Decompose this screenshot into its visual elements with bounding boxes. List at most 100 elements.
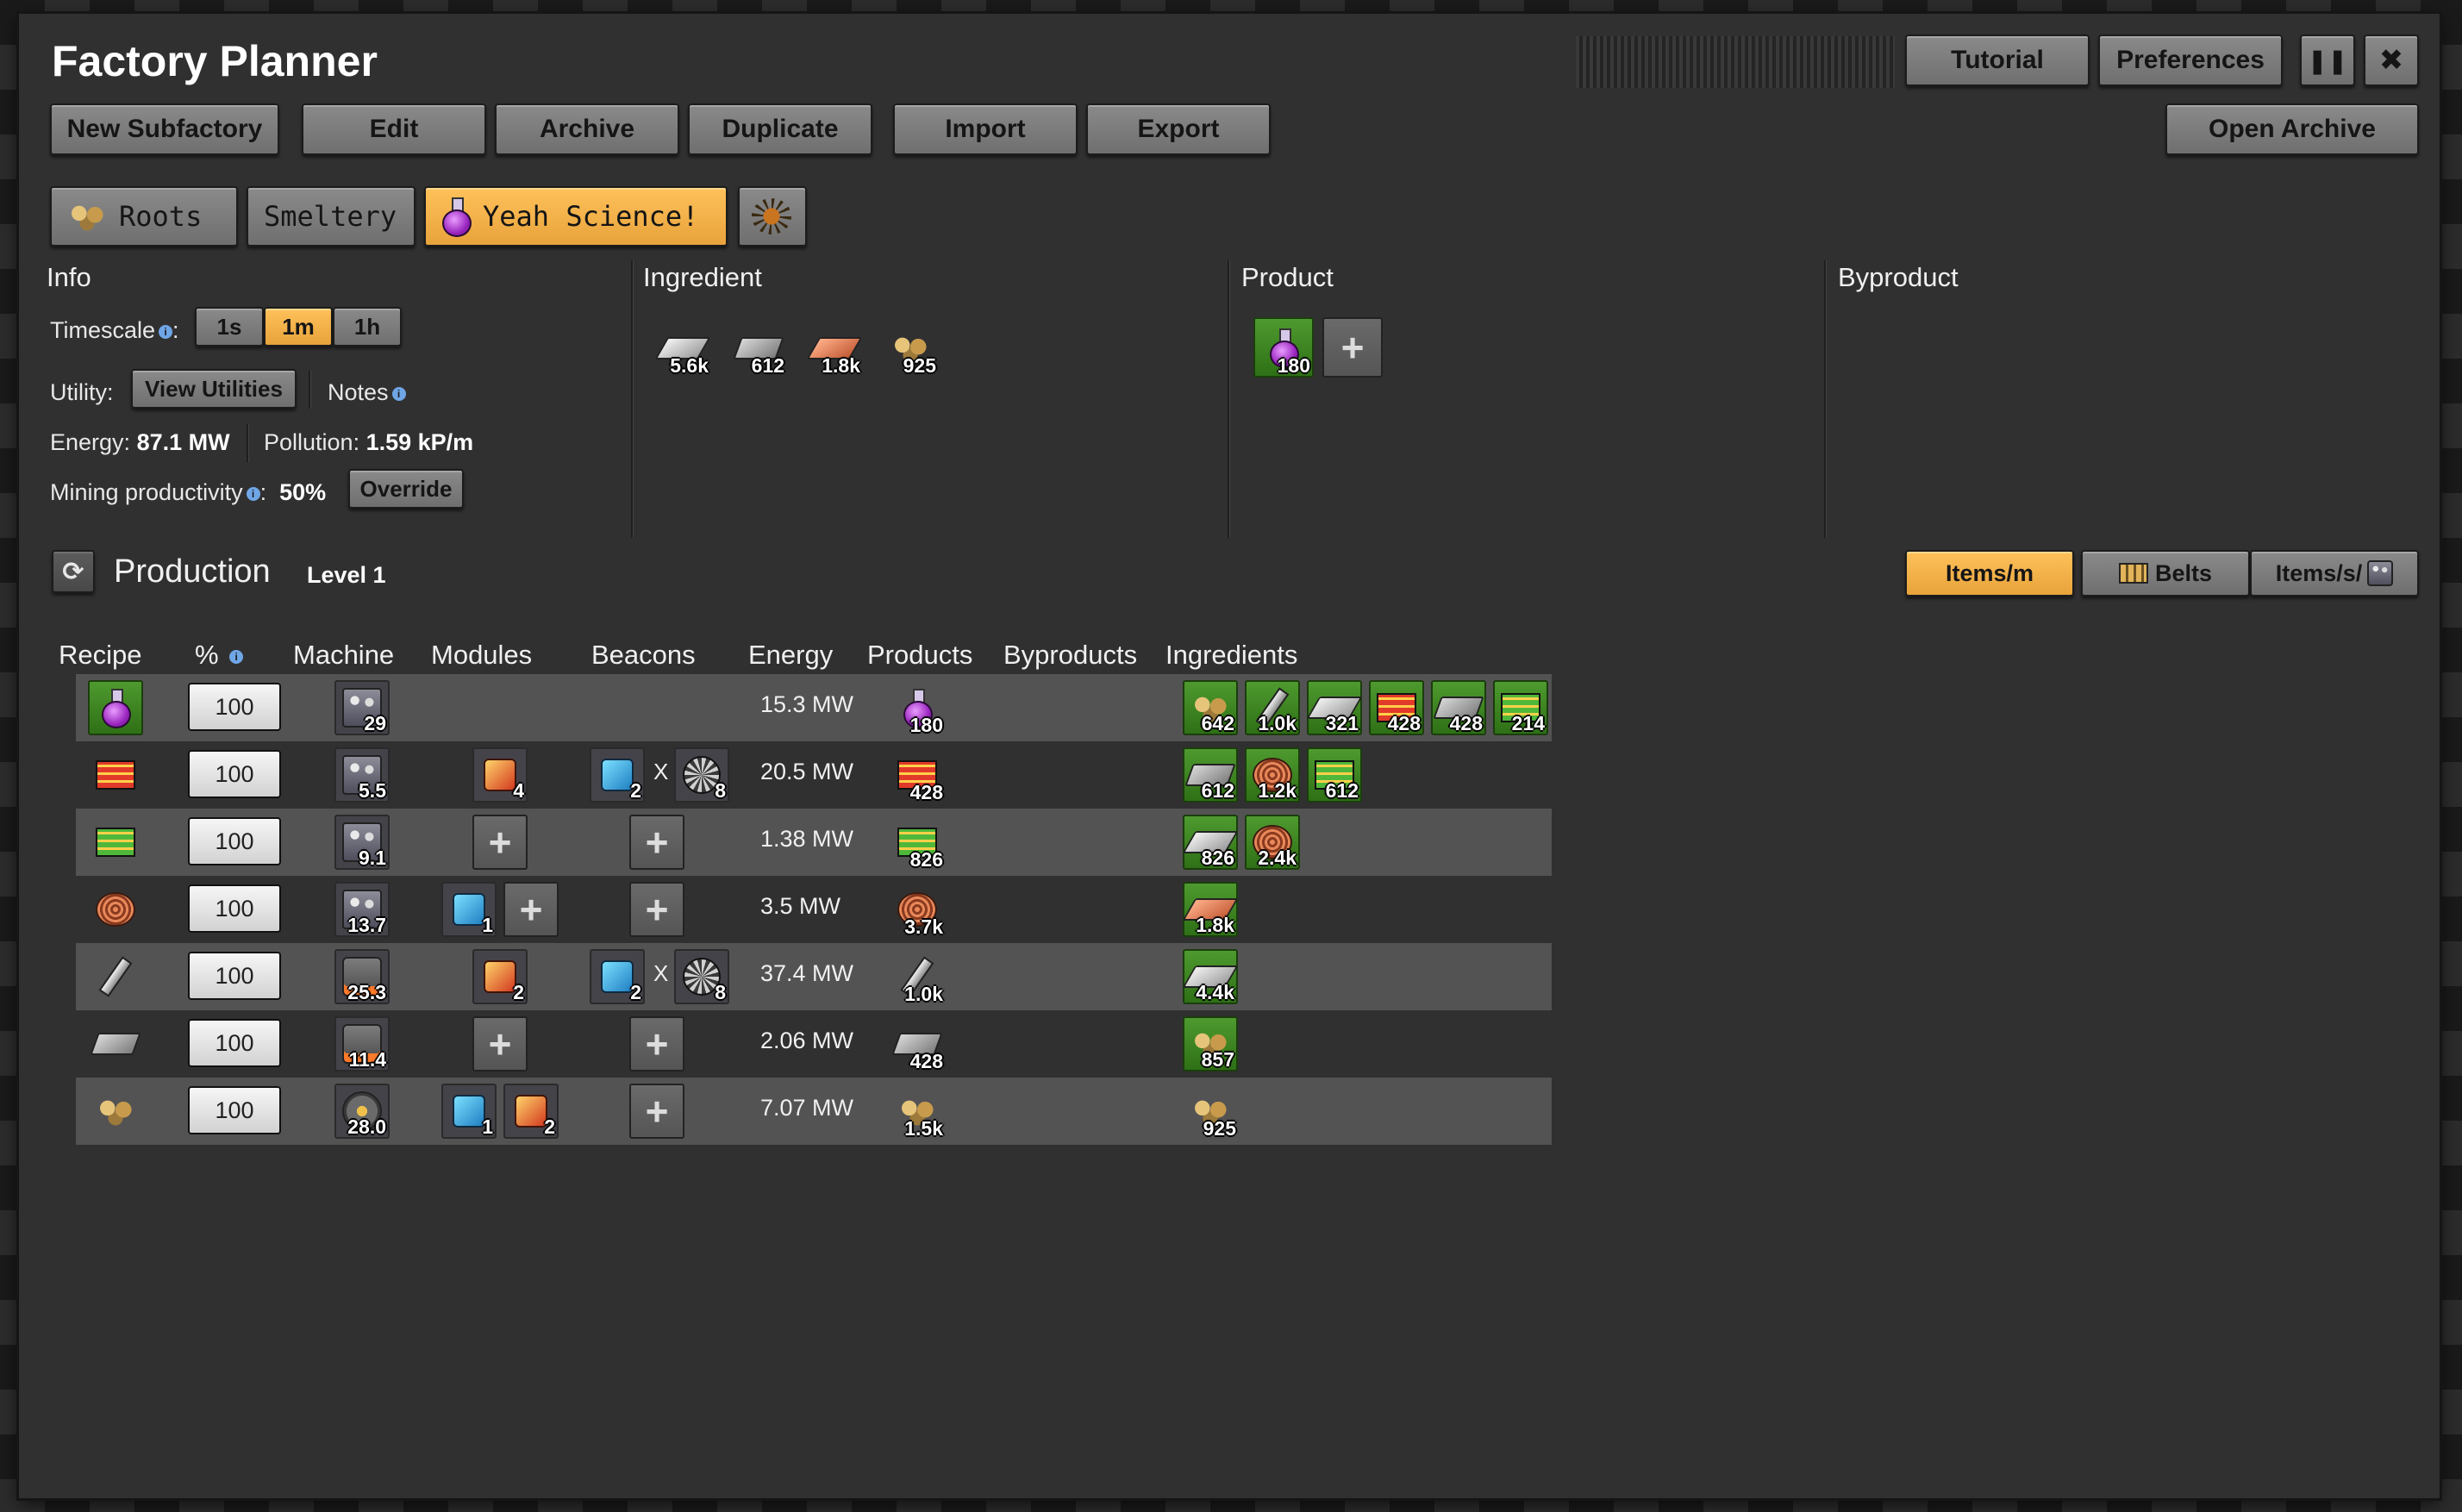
product-item[interactable]: 1.5k xyxy=(890,1084,945,1140)
item-amount: 1.8k xyxy=(822,354,860,377)
ingredient-item[interactable]: 1.8k xyxy=(1182,882,1239,937)
product-item[interactable]: 428 xyxy=(890,747,945,803)
subfactory-tab-yeah-science[interactable]: Yeah Science! xyxy=(424,186,728,247)
product-item[interactable]: 826 xyxy=(890,815,945,871)
machine-button[interactable]: 11.4 xyxy=(334,1016,390,1072)
recipe-button[interactable] xyxy=(88,680,143,735)
pause-button[interactable]: ❚❚ xyxy=(2300,34,2355,86)
machine-button[interactable]: 29 xyxy=(334,680,390,735)
machine-button[interactable]: 25.3 xyxy=(334,949,390,1004)
ingredient-item[interactable]: 1.2k xyxy=(1245,747,1300,803)
add-module-button[interactable]: + xyxy=(503,882,559,937)
subfactory-tab-roots[interactable]: Roots xyxy=(50,186,238,247)
subfactory-tab-smeltery[interactable]: Smeltery xyxy=(247,186,416,247)
view-belts-button[interactable]: Belts xyxy=(2081,550,2250,597)
percent-input[interactable]: 100 xyxy=(188,1086,281,1134)
recipe-button[interactable] xyxy=(88,815,143,870)
edit-button[interactable]: Edit xyxy=(302,103,486,155)
add-beacon-button[interactable]: + xyxy=(629,815,684,870)
item-amount: 5.6k xyxy=(670,354,709,377)
module-button[interactable]: 4 xyxy=(472,747,528,803)
subfactory-tab-spidertron[interactable] xyxy=(738,186,807,247)
view-utilities-button[interactable]: View Utilities xyxy=(131,369,297,409)
ingredient-item[interactable]: 428 xyxy=(1369,680,1424,735)
beacon-module-button[interactable]: 2 xyxy=(590,949,645,1004)
archive-button[interactable]: Archive xyxy=(495,103,679,155)
percent-input[interactable]: 100 xyxy=(188,683,281,731)
machine-button[interactable]: 13.7 xyxy=(334,882,390,937)
recipe-button[interactable] xyxy=(88,882,143,937)
percent-input[interactable]: 100 xyxy=(188,1019,281,1067)
ingredient-item[interactable]: 428 xyxy=(1431,680,1486,735)
machine-button[interactable]: 28.0 xyxy=(334,1084,390,1139)
ingredient-item[interactable]: 1.8k xyxy=(806,321,863,377)
timescale-1s-button[interactable]: 1s xyxy=(195,307,264,347)
add-beacon-button[interactable]: + xyxy=(629,1016,684,1072)
override-button[interactable]: Override xyxy=(348,469,464,509)
energy-value: 1.38 MW xyxy=(760,826,854,852)
machine-button[interactable]: 9.1 xyxy=(334,815,390,870)
ingredient-item[interactable]: 925 xyxy=(1183,1084,1238,1140)
ingredient-item[interactable]: 214 xyxy=(1493,680,1548,735)
ingredient-item[interactable]: 612 xyxy=(731,321,786,377)
module-button[interactable]: 1 xyxy=(441,882,497,937)
product-item[interactable]: 428 xyxy=(890,1016,945,1072)
timescale-1h-button[interactable]: 1h xyxy=(333,307,402,347)
product-item[interactable]: 180 xyxy=(890,680,945,736)
recipe-button[interactable] xyxy=(88,1084,143,1139)
percent-input[interactable]: 100 xyxy=(188,817,281,865)
add-beacon-button[interactable]: + xyxy=(629,1084,684,1139)
ingredient-item[interactable]: 612 xyxy=(1307,747,1362,803)
percent-input[interactable]: 100 xyxy=(188,884,281,933)
ingredient-item[interactable]: 1.0k xyxy=(1245,680,1300,735)
export-button[interactable]: Export xyxy=(1086,103,1271,155)
open-archive-button[interactable]: Open Archive xyxy=(2165,103,2419,155)
ingredient-item[interactable]: 5.6k xyxy=(654,321,711,377)
add-module-button[interactable]: + xyxy=(472,1016,528,1072)
preferences-button[interactable]: Preferences xyxy=(2098,34,2283,86)
percent-input[interactable]: 100 xyxy=(188,952,281,1000)
recipe-button[interactable] xyxy=(88,747,143,803)
add-product-button[interactable]: + xyxy=(1322,317,1383,378)
drag-handle[interactable] xyxy=(1576,36,1895,88)
product-item[interactable]: 180 xyxy=(1253,317,1314,378)
science-flask-icon xyxy=(101,689,131,728)
tutorial-button[interactable]: Tutorial xyxy=(1905,34,2090,86)
module-button[interactable]: 1 xyxy=(441,1084,497,1139)
duplicate-button[interactable]: Duplicate xyxy=(688,103,872,155)
close-button[interactable]: ✖ xyxy=(2364,34,2419,86)
beacon-module-button[interactable]: 2 xyxy=(590,747,645,803)
column-header-recipe: Recipe xyxy=(59,640,142,670)
ingredient-item[interactable]: 826 xyxy=(1182,815,1239,870)
recipe-button[interactable] xyxy=(88,1016,143,1072)
table-row: 100 11.4 + + 2.06 MW 428 857 xyxy=(76,1010,1552,1078)
add-module-button[interactable]: + xyxy=(472,815,528,870)
ingredient-item[interactable]: 925 xyxy=(883,321,938,377)
new-subfactory-button[interactable]: New Subfactory xyxy=(50,103,279,155)
beacon-button[interactable]: 8 xyxy=(674,949,729,1004)
ingredient-item[interactable]: 642 xyxy=(1183,680,1238,735)
item-amount: 180 xyxy=(1277,354,1310,377)
machine-button[interactable]: 5.5 xyxy=(334,747,390,803)
ingredient-item[interactable]: 612 xyxy=(1183,747,1238,803)
recipe-button[interactable] xyxy=(88,949,143,1004)
energy-value: 87.1 MW xyxy=(136,429,230,455)
timescale-1m-button[interactable]: 1m xyxy=(264,307,333,347)
view-items-per-minute-button[interactable]: Items/m xyxy=(1905,550,2074,597)
notes-label[interactable]: Notes i xyxy=(328,379,406,406)
beacon-button[interactable]: 8 xyxy=(674,747,729,803)
add-beacon-button[interactable]: + xyxy=(629,882,684,937)
refresh-button[interactable]: ⟳ xyxy=(52,550,95,593)
view-items-per-second-per-machine-button[interactable]: Items/s/ xyxy=(2250,550,2419,597)
ingredient-item[interactable]: 857 xyxy=(1183,1016,1238,1072)
product-item[interactable]: 3.7k xyxy=(890,882,945,938)
import-button[interactable]: Import xyxy=(893,103,1078,155)
ingredient-item[interactable]: 4.4k xyxy=(1182,949,1239,1004)
product-item[interactable]: 1.0k xyxy=(890,949,945,1005)
module-button[interactable]: 2 xyxy=(472,949,528,1004)
percent-input[interactable]: 100 xyxy=(188,750,281,798)
ingredient-item[interactable]: 2.4k xyxy=(1245,815,1300,870)
ingredient-item[interactable]: 321 xyxy=(1306,680,1363,735)
module-button[interactable]: 2 xyxy=(503,1084,559,1139)
spidertron-icon xyxy=(752,198,791,234)
